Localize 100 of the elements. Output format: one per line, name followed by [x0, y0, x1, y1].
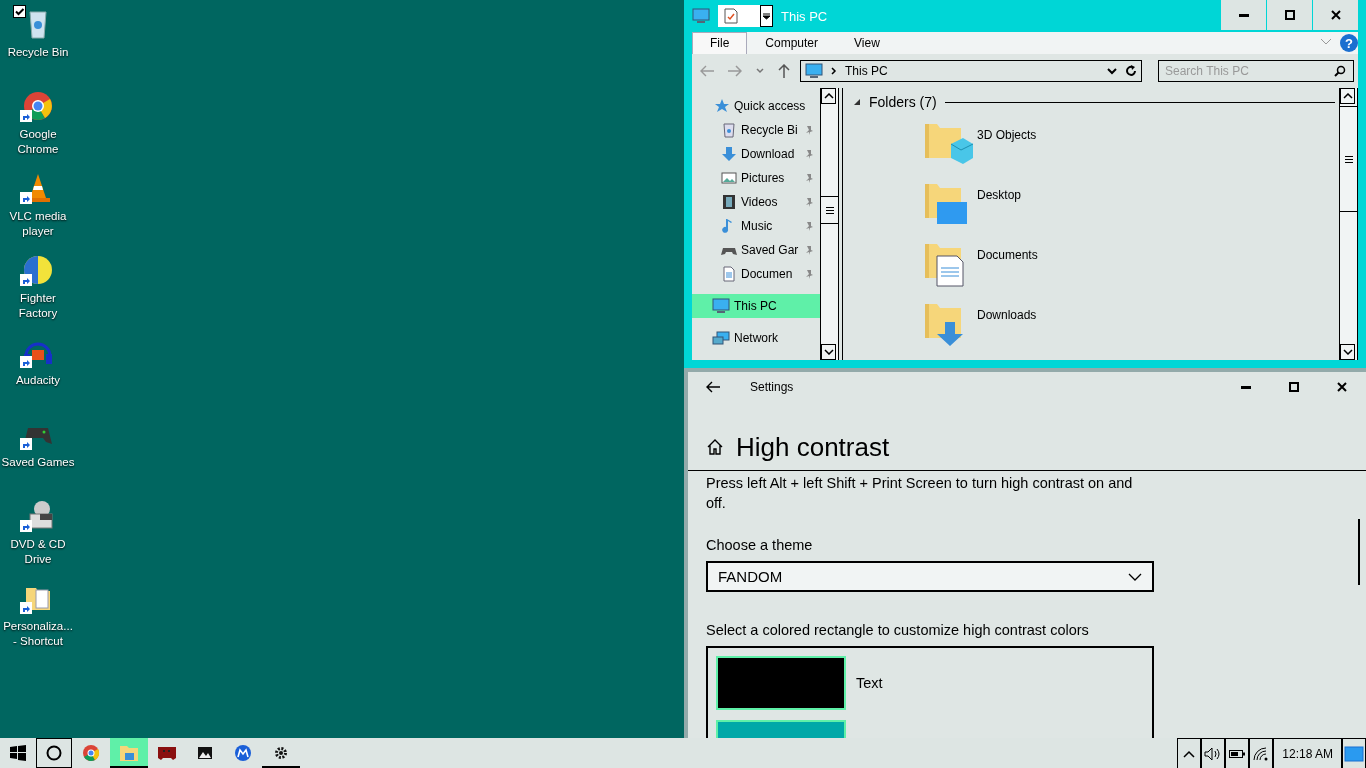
folder-name[interactable]: Desktop — [977, 188, 1022, 232]
close-icon — [1330, 10, 1341, 20]
scroll-up-button[interactable] — [1340, 88, 1355, 104]
monitor-icon — [712, 298, 730, 314]
battery-icon — [1229, 748, 1246, 759]
nav-item[interactable]: Quick access — [692, 94, 820, 118]
minimize-icon — [1241, 385, 1251, 389]
swatch-label: Text — [856, 675, 883, 691]
volume-button[interactable] — [1201, 738, 1226, 768]
chrome-icon — [82, 744, 100, 762]
windows-logo-icon — [10, 745, 26, 761]
scroll-up-button[interactable] — [821, 88, 836, 104]
page-heading: High contrast — [736, 431, 890, 463]
nav-item[interactable]: This PC — [692, 294, 820, 318]
maximize-icon — [1289, 382, 1299, 392]
down-arrow-icon — [721, 146, 737, 162]
nav-item[interactable]: Documen — [692, 262, 820, 286]
ribbon-tab[interactable]: File — [692, 32, 748, 54]
nav-item[interactable]: Pictures — [692, 166, 820, 190]
nav-item[interactable]: Download — [692, 142, 820, 166]
up-caret-icon — [823, 93, 834, 99]
scrollbar-thumb[interactable] — [821, 196, 838, 224]
taskbar-app-button[interactable] — [110, 738, 148, 768]
window-title: This PC — [781, 8, 829, 24]
film-icon — [721, 194, 737, 210]
circle-icon — [46, 745, 62, 761]
search-field[interactable]: Search This PC — [1158, 60, 1354, 82]
show-hidden-icons-button[interactable] — [1177, 738, 1202, 768]
notifications-button[interactable] — [1342, 738, 1366, 768]
maximize-icon — [1284, 10, 1295, 20]
desktop-icon-label[interactable]: Recycle Bin — [0, 45, 76, 60]
battery-button[interactable] — [1225, 738, 1250, 768]
cortana-button[interactable] — [36, 738, 72, 768]
left-arrow-icon — [706, 381, 720, 393]
wifi-button[interactable] — [1249, 738, 1274, 768]
monitor-icon — [805, 63, 823, 79]
document-icon — [721, 266, 737, 282]
group-heading: Folders (7) — [869, 94, 937, 110]
desktop-icon-label[interactable]: Google Chrome — [0, 127, 76, 157]
left-arrow-icon — [700, 65, 714, 77]
minimize-button[interactable] — [1221, 0, 1266, 30]
notification-icon — [1344, 745, 1364, 762]
folder-name[interactable]: Documents — [977, 248, 1038, 292]
picture-icon — [721, 170, 737, 186]
m-logo-icon — [234, 744, 252, 762]
folder-icon — [119, 744, 139, 762]
desktop-icon-label[interactable]: Personaliza... - Shortcut — [0, 619, 76, 649]
help-icon[interactable]: ? — [1340, 34, 1358, 52]
recycle-bin-icon — [721, 122, 737, 138]
expand-ribbon-icon[interactable] — [1320, 38, 1332, 46]
desktop-icon-label[interactable]: Audacity — [0, 373, 76, 388]
nav-item[interactable]: Videos — [692, 190, 820, 214]
scrollbar-thumb[interactable] — [1340, 106, 1357, 212]
desktop-icon-label[interactable]: Saved Games — [0, 455, 76, 470]
nav-item[interactable]: Music — [692, 214, 820, 238]
close-icon — [1337, 382, 1347, 392]
desktop-icon-label[interactable]: DVD & CD Drive — [0, 537, 76, 567]
nav-item[interactable]: Saved Gar — [692, 238, 820, 262]
right-arrow-icon — [728, 65, 742, 77]
collapse-icon[interactable] — [853, 98, 861, 106]
game-app-icon — [157, 745, 177, 761]
scrollbar-thumb[interactable] — [1358, 519, 1360, 585]
chevron-icon — [831, 67, 837, 75]
home-icon[interactable] — [706, 438, 724, 456]
search-icon — [1334, 65, 1346, 77]
nav-item[interactable]: Network — [692, 326, 820, 350]
refresh-icon[interactable] — [1125, 65, 1137, 77]
nav-item[interactable]: Recycle Bi — [692, 118, 820, 142]
scroll-down-button[interactable] — [1340, 344, 1355, 360]
color-swatch[interactable] — [716, 656, 846, 710]
dropdown-icon[interactable] — [1107, 67, 1117, 75]
ribbon-tab[interactable]: Computer — [747, 32, 837, 54]
gear-icon — [274, 746, 288, 760]
photo-icon — [197, 745, 213, 761]
desktop-icon-label[interactable]: VLC media player — [0, 209, 76, 239]
down-caret-icon — [1342, 349, 1353, 355]
folder-name[interactable]: 3D Objects — [977, 128, 1037, 172]
address-bar[interactable]: This PC — [800, 60, 1142, 82]
checkbox[interactable] — [13, 5, 26, 18]
description-text: Press left Alt + left Shift + Print Screen to turn high contrast on and off. — [706, 474, 1134, 513]
caret-icon — [756, 68, 764, 74]
theme-label: Choose a theme — [706, 537, 814, 553]
close-button[interactable] — [1313, 0, 1358, 30]
folder-name[interactable]: Downloads — [977, 308, 1037, 352]
up-caret-icon — [1342, 93, 1353, 99]
star-icon — [714, 98, 730, 114]
clock[interactable]: 12:18 AM — [1273, 738, 1342, 768]
minimize-icon — [1238, 13, 1249, 17]
scroll-down-button[interactable] — [821, 344, 836, 360]
maximize-button[interactable] — [1267, 0, 1312, 30]
wifi-icon — [1253, 746, 1270, 761]
monitor-icon — [692, 8, 710, 24]
chevron-down-icon — [1128, 572, 1142, 581]
down-caret-icon — [823, 349, 834, 355]
ribbon-tab[interactable]: View — [836, 32, 898, 54]
up-arrow-icon — [778, 64, 790, 78]
customize-toolbar-button[interactable] — [760, 5, 773, 27]
desktop-icon-label[interactable]: Fighter Factory — [0, 291, 76, 321]
theme-dropdown[interactable]: FANDOM — [706, 561, 1154, 592]
colors-label: Select a colored rectangle to customize high contrast colors — [706, 622, 1090, 638]
